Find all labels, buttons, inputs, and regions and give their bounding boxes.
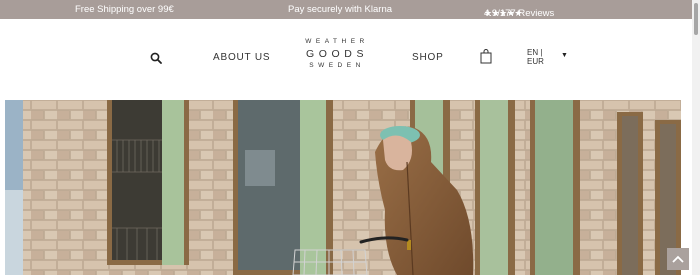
language-label: EN | <box>527 48 543 57</box>
nav-shop[interactable]: SHOP <box>412 52 444 63</box>
currency-label: EUR <box>527 57 544 66</box>
site-header: ABOUT US WEATHER GOODS SWEDEN SHOP EN | … <box>0 19 692 100</box>
logo-line-goods: GOODS <box>305 48 369 60</box>
nav-about-us[interactable]: ABOUT US <box>213 52 270 63</box>
locale-selector[interactable]: EN | EUR <box>527 48 544 66</box>
logo-line-weather: WEATHER <box>305 38 369 45</box>
scroll-to-top-button[interactable] <box>667 248 689 270</box>
search-icon[interactable] <box>150 52 162 64</box>
reviews-text: 4.9/177 Reviews <box>484 8 555 19</box>
announcement-bar: Free Shipping over 99€ Pay securely with… <box>0 0 692 19</box>
scrollbar-thumb[interactable] <box>694 3 698 35</box>
klarna-payment-text: Pay securely with Klarna <box>288 4 393 15</box>
free-shipping-text: Free Shipping over 99€ <box>75 4 174 15</box>
logo[interactable]: WEATHER GOODS SWEDEN <box>297 38 377 69</box>
chevron-down-icon[interactable]: ▼ <box>561 52 568 59</box>
hero-image <box>5 100 688 275</box>
logo-line-sweden: SWEDEN <box>309 62 365 69</box>
shopping-bag-icon[interactable] <box>480 49 492 64</box>
chevron-up-icon <box>672 255 684 263</box>
scrollbar[interactable] <box>692 0 700 275</box>
